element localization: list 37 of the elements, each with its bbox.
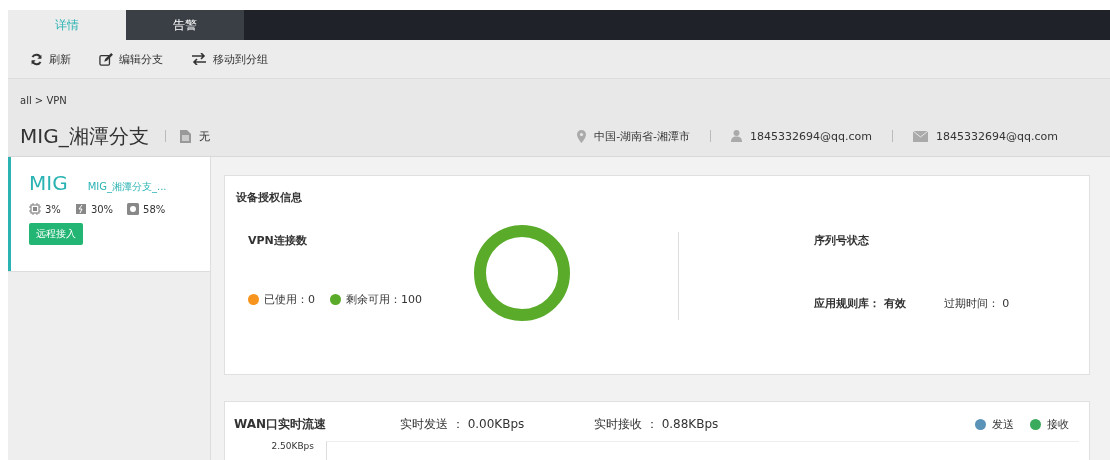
legend-label: 剩余可用：100 xyxy=(346,292,422,307)
receive-rate: 实时接收 ： 0.88KBps xyxy=(594,416,720,433)
section-title: VPN连接数 xyxy=(248,233,308,248)
card-title: 设备授权信息 xyxy=(236,190,303,205)
legend-label: 接收 xyxy=(1047,417,1069,432)
card-title: WAN口实时流速 xyxy=(234,416,328,433)
toolbar-button[interactable]: 编辑分支 xyxy=(99,51,163,67)
email-text: 1845332694@qq.com xyxy=(936,129,1058,143)
cpu-icon xyxy=(29,203,41,215)
user-text: 1845332694@qq.com xyxy=(750,129,873,143)
swap-arrows-icon xyxy=(191,53,207,65)
section-title: 序列号状态 xyxy=(814,233,870,248)
tab[interactable]: 告警 xyxy=(126,10,244,40)
note-text: 无 xyxy=(198,128,210,144)
edit-icon xyxy=(99,52,113,66)
breadcrumb: all > VPN xyxy=(20,94,68,108)
rule-status: 应用规则库： 有效 xyxy=(814,296,906,311)
stat-value: 58% xyxy=(143,203,166,215)
axis-label: 2.50KBps xyxy=(270,441,314,453)
memory-chip-icon xyxy=(74,203,87,215)
envelope-icon xyxy=(913,130,929,142)
toolbar-button[interactable]: 移动到分组 xyxy=(191,51,268,67)
stat-value: 30% xyxy=(90,203,114,215)
legend-label: 发送 xyxy=(992,417,1014,432)
refresh-icon xyxy=(30,52,43,66)
branch-title: MIG_湘潭分支 xyxy=(20,122,149,150)
user-icon xyxy=(731,130,743,142)
location-pin-icon xyxy=(577,129,587,143)
document-icon xyxy=(179,129,191,143)
disk-icon xyxy=(127,203,140,215)
device-model: MIG xyxy=(29,171,68,195)
expire-time: 过期时间： 0 xyxy=(943,296,1010,311)
toolbar-button[interactable]: 刷新 xyxy=(30,51,71,67)
stat-value: 3% xyxy=(45,203,61,215)
send-rate: 实时发送 ： 0.00KBps xyxy=(400,416,526,433)
legend-label: 已使用：0 xyxy=(264,292,315,307)
location-text: 中国-湖南省-湘潭市 xyxy=(594,128,691,144)
